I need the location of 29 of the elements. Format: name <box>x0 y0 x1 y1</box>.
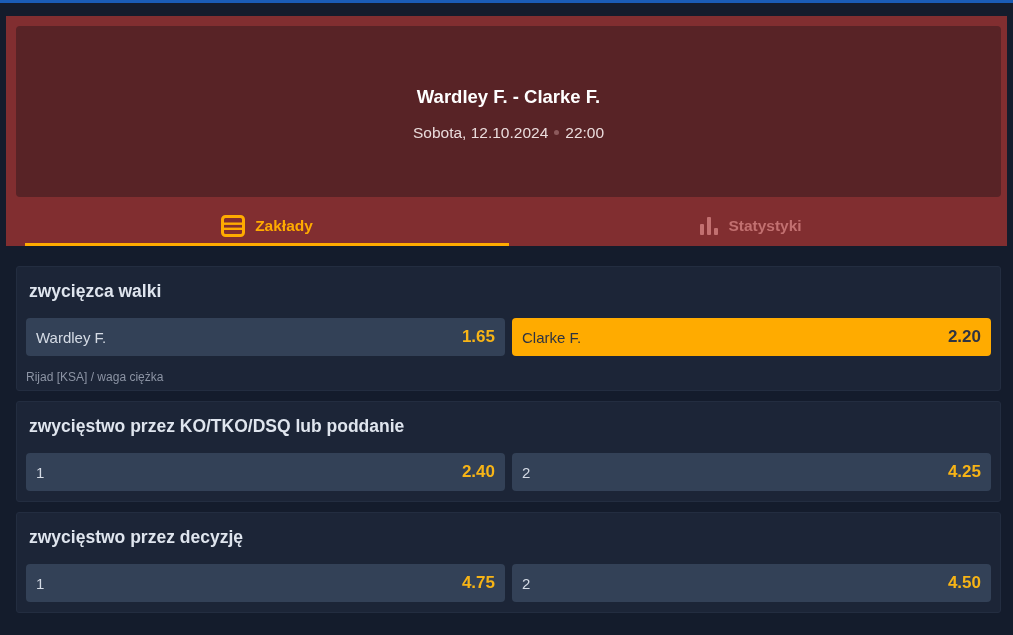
odds-value: 4.75 <box>461 573 495 593</box>
market-note: Rijad [KSA] / waga ciężka <box>26 370 164 384</box>
option-label: 2 <box>522 463 531 481</box>
bar-chart-icon <box>700 217 719 235</box>
event-title: Wardley F. - Clarke F. <box>416 85 601 108</box>
odds-button[interactable]: 2 4.50 <box>512 564 991 602</box>
option-label: Wardley F. <box>36 328 107 346</box>
event-time: 22:00 <box>565 123 605 142</box>
market-title: zwycięstwo przez KO/TKO/DSQ lub poddanie <box>28 415 406 438</box>
odds-button[interactable]: 1 2.40 <box>26 453 505 491</box>
market-title: zwycięstwo przez decyzję <box>28 526 244 549</box>
option-label: Clarke F. <box>522 328 582 346</box>
event-date: Sobota, 12.10.2024 <box>412 123 549 142</box>
market-title: zwycięzca walki <box>28 280 163 303</box>
odds-value: 2.40 <box>461 462 495 482</box>
option-label: 1 <box>36 463 45 481</box>
odds-button[interactable]: 1 4.75 <box>26 564 505 602</box>
option-label: 1 <box>36 574 45 592</box>
odds-value: 2.20 <box>947 327 981 347</box>
odds-button[interactable]: 2 4.25 <box>512 453 991 491</box>
odds-value: 4.50 <box>947 573 981 593</box>
odds-value: 4.25 <box>947 462 981 482</box>
odds-button[interactable]: Wardley F. 1.65 <box>26 318 505 356</box>
dot-icon <box>554 130 560 135</box>
list-icon <box>221 215 246 237</box>
odds-value: 1.65 <box>461 327 495 347</box>
odds-button[interactable]: Clarke F. 2.20 <box>512 318 991 356</box>
tab[interactable]: Zakłady <box>25 197 509 246</box>
option-label: 2 <box>522 574 531 592</box>
